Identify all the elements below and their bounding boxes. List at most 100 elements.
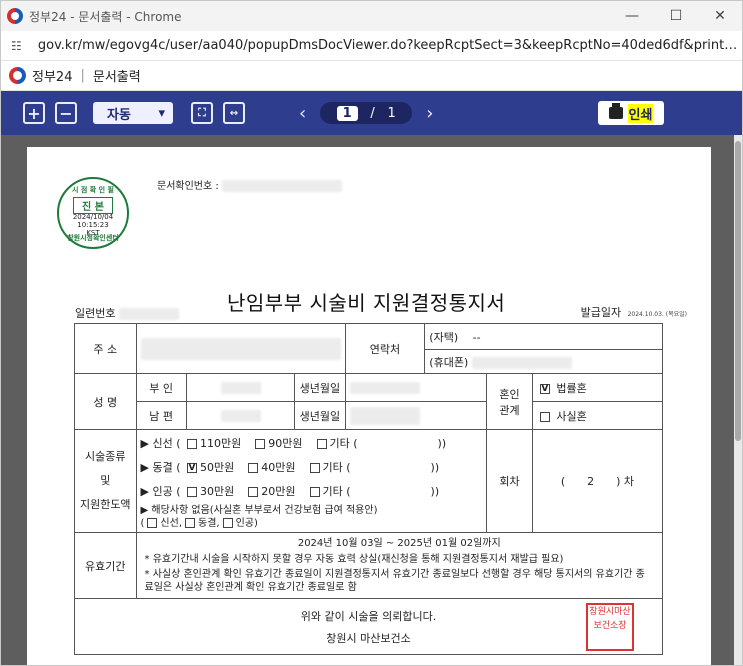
header-separator: | (80, 68, 85, 83)
marriage-defacto-label: 사실혼 (556, 409, 587, 423)
table-row: 유효기간 2024년 10월 03일 ~ 2025년 01월 02일까지 * 유… (74, 532, 664, 599)
husband-dob-label: 생년월일 (294, 401, 346, 430)
zoom-out-button[interactable]: − (55, 102, 77, 124)
seal-center-text: 진 본 (73, 197, 113, 214)
option-artificial-a: 30만원 (200, 485, 235, 498)
option-artificial-c: 기타 ( (322, 485, 351, 498)
doc-confirm-label: 문서확인번호 : (157, 181, 219, 192)
checkbox-unchecked[interactable] (187, 487, 197, 497)
vertical-scrollbar[interactable] (734, 135, 742, 665)
validity-range: 2024년 10월 03일 ~ 2025년 01월 02일까지 (297, 538, 501, 549)
url-text[interactable]: gov.kr/mw/egovg4c/user/aa040/popupDmsDoc… (38, 38, 742, 53)
issue-date-label: 발급일자 (580, 306, 622, 319)
validity-content: 2024년 10월 03일 ~ 2025년 01월 02일까지 * 유효기간내 … (135, 532, 664, 599)
window-title: 정부24 - 문서출력 - Chrome (29, 9, 182, 24)
issuer-name: 창원시 마산보건소 (326, 631, 411, 645)
option-frozen-a: 50만원 (200, 461, 235, 474)
document-viewer[interactable]: 시 점 확 인 필 진 본 2024/10/04 10:15:23 KST 창원… (1, 135, 742, 665)
title-bar: 정부24 - 문서출력 - Chrome — ☐ ✕ (1, 1, 742, 31)
home-phone-value: -- (472, 330, 481, 344)
fit-page-button[interactable]: ⛶ (191, 102, 213, 124)
option-frozen-label: ▶ 동결 ( (140, 461, 184, 474)
table-row: 위와 같이 시술을 의뢰합니다. 창원시 마산보건소 창원시마산보건소장 (74, 598, 663, 655)
notice-2: * 사실상 혼인관계 확인 유효기간 종료일이 지원결정통지서 유효기간 종료일… (144, 569, 645, 593)
close-icon[interactable]: ✕ (698, 1, 742, 31)
page-indicator[interactable]: 1 / 1 (320, 102, 413, 124)
prev-page-icon[interactable]: ‹ (299, 103, 306, 124)
name-label: 성 명 (74, 373, 137, 430)
marriage-legal-option[interactable]: V 법률혼 (531, 373, 664, 402)
doc-confirm-number: 문서확인번호 : (157, 177, 342, 192)
address-bar[interactable]: ☷ gov.kr/mw/egovg4c/user/aa040/popupDmsD… (1, 31, 742, 61)
address-value (135, 323, 346, 374)
fit-width-button[interactable]: ↔ (223, 102, 245, 124)
option-none-sub-2: 동결, (198, 518, 220, 529)
contact-label: 연락처 (344, 323, 426, 374)
option-close: )) (430, 485, 440, 498)
checkbox-unchecked[interactable] (185, 518, 196, 528)
option-artificial: ▶ 인공 ( 30만원 20만원 기타 ()) (141, 480, 483, 504)
option-fresh-label: ▶ 신선 ( (140, 437, 184, 450)
treatment-options: ▶ 신선 ( 110만원 90만원 기타 ()) ▶ 동결 ( V 50만원 40… (135, 429, 488, 533)
checkbox-unchecked[interactable] (187, 439, 197, 449)
option-close: )) (430, 461, 440, 474)
option-frozen-c: 기타 ( (322, 461, 351, 474)
serial-number: 일련번호 (75, 305, 179, 321)
treatment-label-3: 지원한도액 (79, 498, 131, 511)
option-none: ▶ 해당사항 없음(사실혼 부부로서 건강보험 급여 적용안) (신선, 동결, 인… (140, 505, 378, 529)
verification-seal: 시 점 확 인 필 진 본 2024/10/04 10:15:23 KST 창원… (57, 177, 129, 249)
current-page[interactable]: 1 (336, 105, 358, 121)
issue-date: 발급일자 2024.10.03. (목요일) (581, 304, 687, 320)
home-phone: (자택) -- (424, 323, 663, 350)
minimize-icon[interactable]: — (610, 1, 654, 31)
checkbox-checked[interactable]: V (187, 463, 197, 473)
seal-bottom-text: 창원시청확인센터 (67, 234, 119, 242)
checkbox-unchecked[interactable] (309, 487, 320, 497)
checkbox-unchecked[interactable] (222, 518, 233, 528)
option-fresh-c: 기타 ( (329, 437, 358, 450)
wife-dob-label: 생년월일 (294, 373, 346, 402)
redacted-value (221, 180, 342, 192)
husband-row-label: 남 편 (135, 401, 187, 430)
redacted-value (140, 337, 341, 360)
site-name: 정부24 (32, 70, 73, 85)
maximize-icon[interactable]: ☐ (654, 1, 698, 31)
checkbox-unchecked[interactable] (309, 463, 320, 473)
next-page-icon[interactable]: › (426, 103, 433, 124)
husband-dob (344, 401, 488, 430)
chevron-down-icon: ▾ (158, 105, 165, 121)
checkbox-unchecked[interactable] (539, 411, 550, 422)
wife-row-label: 부 인 (135, 373, 187, 402)
scrollbar-thumb[interactable] (735, 141, 741, 441)
seal-top-text: 시 점 확 인 필 (72, 186, 114, 194)
table-row: 성 명 부 인 생년월일 혼인 관계 V 법률혼 (74, 373, 664, 430)
table-row: 주 소 연락처 (자택) -- (74, 323, 663, 374)
serial-number-label: 일련번호 (75, 307, 116, 320)
zoom-in-button[interactable]: + (23, 102, 45, 124)
checkbox-unchecked[interactable] (248, 487, 259, 497)
document-page: 시 점 확 인 필 진 본 2024/10/04 10:15:23 KST 창원… (27, 147, 711, 665)
confirmation-cell: 위와 같이 시술을 의뢰합니다. 창원시 마산보건소 창원시마산보건소장 (74, 598, 663, 655)
redacted-value (349, 382, 420, 394)
document-title: 난임부부 시술비 지원결정통지서 (227, 291, 506, 315)
redacted-value (220, 382, 261, 394)
marriage-label: 혼인 관계 (486, 373, 533, 430)
application-form-table: 주 소 연락처 (자택) -- (휴대폰) 성 명 부 인 생년월일 혼인 관계… (74, 323, 664, 655)
marriage-defacto-option[interactable]: 사실혼 (531, 401, 664, 430)
site-header: 정부24 | 문서출력 (1, 61, 742, 91)
redacted-value (220, 410, 261, 422)
option-artificial-b: 20만원 (261, 485, 296, 498)
print-button[interactable]: 인쇄 (598, 101, 664, 125)
option-artificial-label: ▶ 인공 ( (140, 485, 184, 498)
option-none-label: ▶ 해당사항 없음(사실혼 부부로서 건강보험 급여 적용안) (140, 505, 378, 516)
zoom-select[interactable]: 자동 ▾ (93, 102, 173, 124)
official-stamp: 창원시마산보건소장 (586, 603, 634, 651)
checkbox-unchecked[interactable] (255, 439, 266, 449)
site-settings-icon[interactable]: ☷ (11, 39, 26, 53)
option-none-sub-3: 인공) (235, 518, 258, 529)
checkbox-unchecked[interactable] (248, 463, 259, 473)
round-label: 회차 (486, 429, 533, 533)
checkbox-unchecked[interactable] (316, 439, 327, 449)
checkbox-checked[interactable]: V (539, 383, 550, 394)
checkbox-unchecked[interactable] (147, 518, 158, 528)
